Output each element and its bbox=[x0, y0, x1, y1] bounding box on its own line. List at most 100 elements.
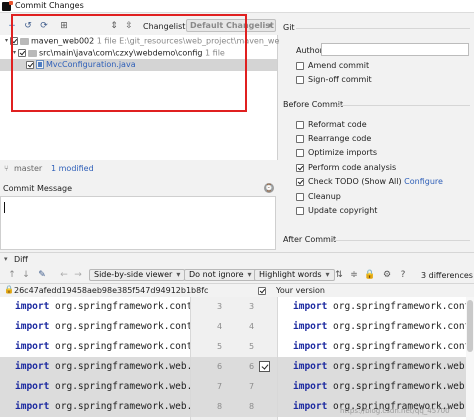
diff-header[interactable]: ▾ Diff bbox=[0, 252, 474, 265]
differences-count: 3 differences bbox=[421, 271, 473, 280]
signoff-checkbox[interactable] bbox=[296, 75, 304, 84]
code-line: import org.springframework.context.ann bbox=[293, 301, 468, 312]
back-icon[interactable]: ← bbox=[59, 270, 69, 280]
text-caret bbox=[4, 202, 5, 213]
sync-scroll-icon[interactable]: ≑ bbox=[349, 270, 359, 280]
branch-name: master bbox=[14, 164, 43, 173]
code-line: import org.springframework.context.a bbox=[15, 321, 190, 332]
reformat-code-option[interactable]: Reformat code bbox=[296, 119, 367, 130]
rearrange-label: Rearrange code bbox=[308, 134, 372, 143]
reformat-label: Reformat code bbox=[308, 120, 367, 129]
amend-commit-option[interactable]: Amend commit bbox=[296, 60, 369, 71]
signoff-commit-option[interactable]: Sign-off commit bbox=[296, 74, 372, 85]
commit-message-label: Commit Message bbox=[3, 184, 73, 193]
highlight-annotation bbox=[11, 14, 247, 112]
rearrange-checkbox[interactable] bbox=[296, 134, 304, 143]
right-code-pane[interactable]: import org.springframework.context.ann i… bbox=[278, 297, 468, 420]
divider bbox=[296, 28, 470, 29]
collapse-caret-icon[interactable]: ▾ bbox=[4, 255, 8, 263]
rearrange-code-option[interactable]: Rearrange code bbox=[296, 133, 371, 144]
code-line: import org.springframework.context.ann bbox=[293, 341, 468, 352]
amend-checkbox[interactable] bbox=[296, 61, 304, 70]
amend-label: Amend commit bbox=[308, 61, 370, 70]
settings-gear-icon[interactable]: ⚙ bbox=[382, 270, 392, 280]
code-analysis-label: Perform code analysis bbox=[308, 163, 397, 172]
chevron-down-icon: ▾ bbox=[247, 270, 252, 279]
right-revision-label: Your version bbox=[276, 286, 325, 295]
optimize-label: Optimize imports bbox=[308, 148, 377, 157]
watermark: https://blog.csdn.net/qq_45700 bbox=[340, 407, 450, 415]
changed-code-line: import org.springframework.web.servl bbox=[0, 377, 190, 397]
signoff-label: Sign-off commit bbox=[308, 75, 372, 84]
gutter-line: 33 bbox=[217, 302, 255, 311]
collapse-caret-icon[interactable]: ▾ bbox=[3, 35, 10, 47]
highlight-dropdown[interactable]: Highlight words ▾ bbox=[254, 269, 335, 281]
code-line: import org.springframework.context.a bbox=[15, 341, 190, 352]
lock-icon[interactable]: 🔒 bbox=[364, 270, 375, 280]
update-copyright-option[interactable]: Update copyright bbox=[296, 205, 377, 216]
check-todo-option[interactable]: Check TODO (Show All) Configure bbox=[296, 176, 443, 187]
cleanup-checkbox[interactable] bbox=[296, 192, 304, 201]
cleanup-option[interactable]: Cleanup bbox=[296, 191, 341, 202]
whitespace-dropdown[interactable]: Do not ignore ▾ bbox=[184, 269, 257, 281]
changed-code-line: import org.springframework.web.servl bbox=[0, 397, 190, 417]
before-commit-title: Before Commit bbox=[283, 100, 344, 109]
configure-link[interactable]: Configure bbox=[404, 177, 443, 186]
gutter-line-changed: 77 bbox=[191, 377, 277, 397]
window-title: Commit Changes bbox=[15, 1, 84, 10]
optimize-checkbox[interactable] bbox=[296, 148, 304, 157]
code-line: import org.springframework.context.a bbox=[15, 301, 190, 312]
code-analysis-option[interactable]: Perform code analysis bbox=[296, 162, 396, 173]
copyright-label: Update copyright bbox=[308, 206, 378, 215]
diff-title: Diff bbox=[14, 255, 28, 264]
previous-difference-icon[interactable]: ↑ bbox=[7, 270, 17, 280]
cleanup-label: Cleanup bbox=[308, 192, 341, 201]
next-difference-icon[interactable]: ↓ bbox=[21, 270, 31, 280]
status-bar: ⑂ master 1 modified bbox=[0, 163, 278, 175]
chevron-down-icon: ▾ bbox=[325, 270, 330, 279]
optimize-imports-option[interactable]: Optimize imports bbox=[296, 147, 377, 158]
diff-toolbar: ↑ ↓ ✎ ← → Side-by-side viewer ▾ Do not ig… bbox=[0, 267, 474, 284]
divider bbox=[334, 240, 470, 241]
commit-history-icon[interactable]: ⌚ bbox=[264, 183, 274, 193]
edit-source-icon[interactable]: ✎ bbox=[37, 270, 47, 280]
chevron-down-icon: ▾ bbox=[176, 270, 181, 279]
diff-gutter: 33 44 55 66 77 88 bbox=[190, 297, 278, 420]
branch-icon: ⑂ bbox=[4, 164, 9, 173]
scrollbar-thumb[interactable] bbox=[467, 300, 473, 352]
code-line: import org.springframework.context.ann bbox=[293, 321, 468, 332]
code-analysis-checkbox[interactable] bbox=[296, 163, 304, 172]
modified-count[interactable]: 1 modified bbox=[51, 164, 94, 173]
gutter-line: 44 bbox=[217, 322, 255, 331]
collapse-unchanged-icon[interactable]: ⇅ bbox=[334, 270, 344, 280]
forward-icon[interactable]: → bbox=[73, 270, 83, 280]
chevron-down-icon: ▾ bbox=[267, 21, 272, 30]
git-section-title: Git bbox=[283, 23, 295, 32]
divider bbox=[338, 105, 470, 106]
reformat-checkbox[interactable] bbox=[296, 120, 304, 129]
gutter-line-changed: 88 bbox=[191, 397, 277, 417]
copyright-checkbox[interactable] bbox=[296, 206, 304, 215]
viewer-value: Side-by-side viewer bbox=[94, 270, 173, 279]
left-code-pane[interactable]: import org.springframework.context.a imp… bbox=[0, 297, 190, 420]
highlight-value: Highlight words bbox=[259, 270, 322, 279]
changed-code-line: import org.springframework.web.servlet bbox=[278, 357, 468, 377]
changed-code-line: import org.springframework.web.servlet bbox=[278, 377, 468, 397]
left-revision-hash: 26c47afedd19458aeb98e385f547d94912b1b8fc bbox=[14, 286, 209, 295]
whitespace-value: Do not ignore bbox=[189, 270, 244, 279]
changed-code-line: import org.springframework.web.servl bbox=[0, 357, 190, 377]
commit-message-input[interactable] bbox=[0, 196, 276, 250]
help-icon[interactable]: ? bbox=[398, 270, 408, 280]
after-commit-title: After Commit bbox=[283, 235, 337, 244]
gutter-line-changed: 66 bbox=[191, 357, 277, 377]
author-field[interactable] bbox=[321, 43, 469, 56]
lock-icon: 🔒 bbox=[4, 285, 14, 294]
include-all-checkbox[interactable] bbox=[258, 286, 267, 295]
check-todo-checkbox[interactable] bbox=[296, 177, 304, 186]
intellij-logo-icon bbox=[2, 1, 13, 11]
gutter-line: 55 bbox=[217, 342, 255, 351]
revision-bar: 🔒 26c47afedd19458aeb98e385f547d94912b1b8… bbox=[0, 285, 474, 296]
check-todo-label: Check TODO (Show All) bbox=[308, 177, 402, 186]
include-change-checkbox[interactable] bbox=[259, 361, 270, 372]
viewer-dropdown[interactable]: Side-by-side viewer ▾ bbox=[89, 269, 186, 281]
